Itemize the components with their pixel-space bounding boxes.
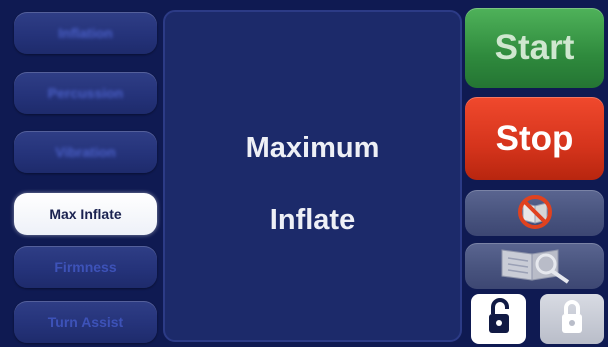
- book-magnifier-icon: [490, 242, 580, 291]
- menu-item-firmness[interactable]: Firmness: [14, 246, 157, 288]
- mode-display-panel: Maximum Inflate: [163, 10, 462, 342]
- unlocked-padlock-icon: [486, 297, 512, 341]
- manual-button[interactable]: [465, 243, 604, 289]
- menu-item-label: Inflation: [58, 25, 113, 41]
- menu-item-turn-assist[interactable]: Turn Assist: [14, 301, 157, 343]
- menu-item-label: Vibration: [55, 144, 116, 160]
- menu-item-max-inflate[interactable]: Max Inflate: [14, 193, 157, 235]
- start-label: Start: [494, 28, 575, 67]
- mode-title-line2: Inflate: [269, 204, 356, 236]
- no-manual-button[interactable]: [465, 190, 604, 236]
- lock-button[interactable]: [540, 294, 604, 344]
- menu-item-vibration[interactable]: Vibration: [14, 131, 157, 173]
- stop-button[interactable]: Stop: [465, 97, 604, 180]
- menu-item-label: Firmness: [54, 259, 117, 275]
- menu-item-label: Max Inflate: [49, 206, 122, 222]
- locked-padlock-icon: [559, 298, 585, 341]
- start-button[interactable]: Start: [465, 8, 604, 88]
- menu-item-inflation[interactable]: Inflation: [14, 12, 157, 54]
- menu-item-label: Turn Assist: [47, 314, 124, 330]
- menu-item-percussion[interactable]: Percussion: [14, 72, 157, 114]
- menu-item-label: Percussion: [47, 85, 124, 101]
- unlock-button[interactable]: [471, 294, 526, 344]
- stop-label: Stop: [495, 118, 574, 158]
- mode-title-line1: Maximum: [245, 132, 380, 164]
- prohibited-book-icon: [513, 191, 557, 236]
